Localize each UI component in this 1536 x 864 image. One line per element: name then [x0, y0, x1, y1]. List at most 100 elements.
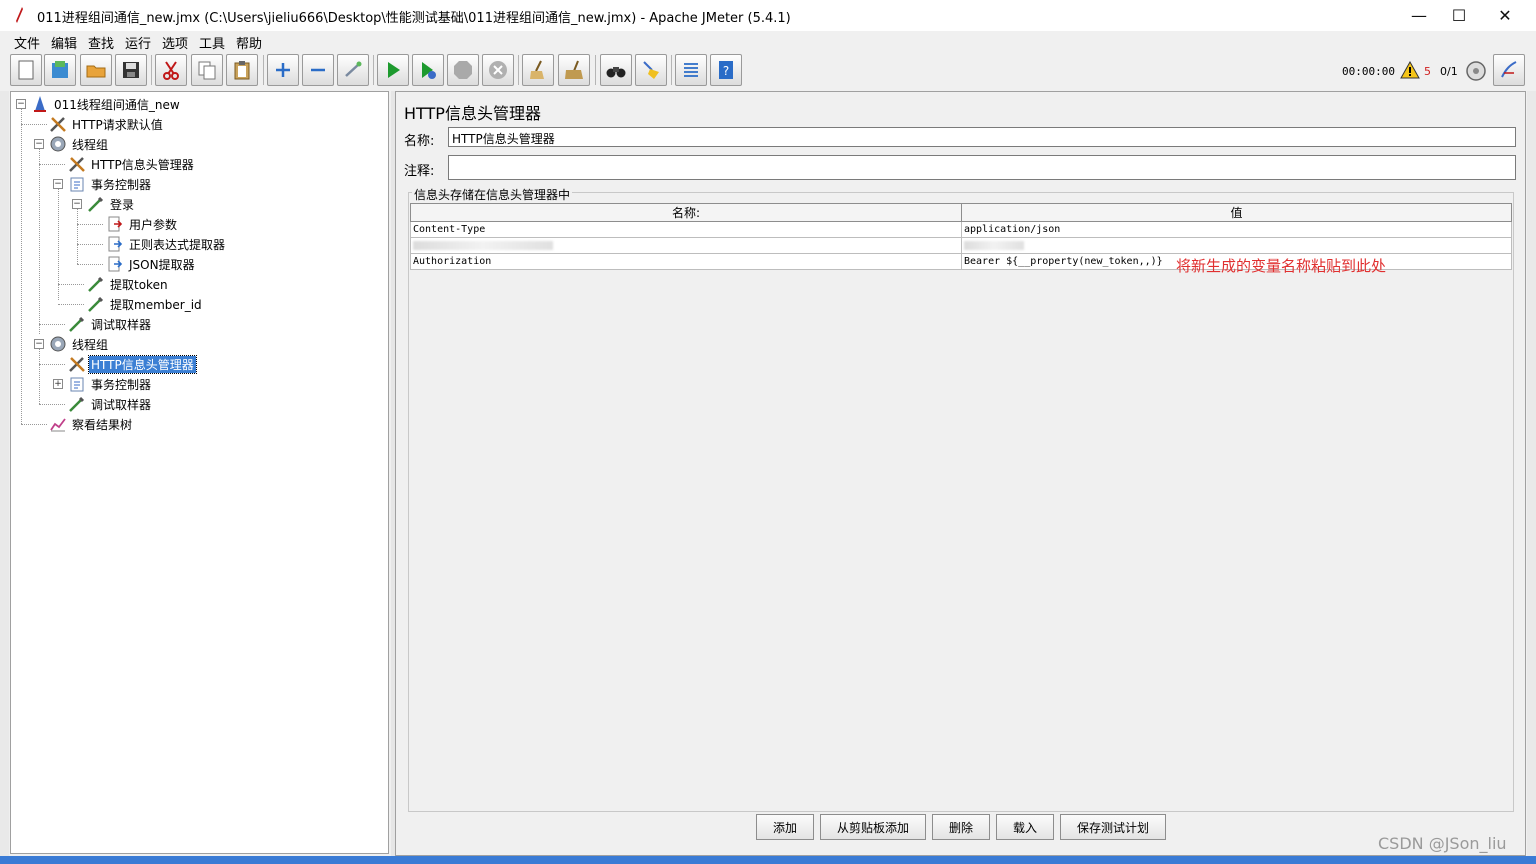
tree-collapse-toggle[interactable]: −: [34, 339, 44, 349]
start-no-pauses-button[interactable]: [412, 54, 444, 86]
controller-icon: [70, 177, 84, 192]
tree-collapse-toggle[interactable]: −: [16, 99, 26, 109]
shutdown-button[interactable]: [482, 54, 514, 86]
tree-node-regex-extractor[interactable]: 正则表达式提取器: [106, 235, 227, 253]
load-button[interactable]: 载入: [996, 814, 1054, 840]
menu-help[interactable]: 帮助: [236, 33, 262, 52]
help-button[interactable]: ?: [710, 54, 742, 86]
save-button[interactable]: [115, 54, 147, 86]
menu-run[interactable]: 运行: [125, 33, 151, 52]
toolbar-separator: [595, 55, 596, 85]
taskbar-strip: [0, 856, 1536, 864]
column-header-value[interactable]: 值: [961, 203, 1512, 222]
tree-node-label: HTTP信息头管理器: [88, 354, 197, 374]
tree-node-login-sampler[interactable]: 登录: [87, 195, 136, 213]
add-from-clipboard-button[interactable]: 从剪贴板添加: [820, 814, 926, 840]
tree-node-test-plan[interactable]: 011线程组间通信_new: [31, 95, 182, 113]
maximize-button[interactable]: ☐: [1436, 0, 1482, 31]
menu-search[interactable]: 查找: [88, 33, 114, 52]
search-button[interactable]: [600, 54, 632, 86]
tree-node-view-results-tree[interactable]: 察看结果树: [49, 415, 134, 433]
tree-collapse-toggle[interactable]: −: [72, 199, 82, 209]
collapse-all-button[interactable]: [302, 54, 334, 86]
save-test-plan-button[interactable]: 保存测试计划: [1060, 814, 1166, 840]
templates-icon: [52, 61, 68, 78]
copy-button[interactable]: [191, 54, 223, 86]
comment-input[interactable]: [448, 155, 1516, 180]
header-value-cell-redacted[interactable]: [961, 237, 1512, 254]
tree-node-extract-member-id[interactable]: 提取member_id: [87, 295, 204, 313]
table-row[interactable]: [410, 237, 1512, 254]
tree-connector: [39, 404, 65, 405]
sampler-pipette-icon: [69, 316, 85, 332]
toggle-wand-icon: [345, 61, 362, 77]
clear-button[interactable]: [522, 54, 554, 86]
jmeter-feather-icon: [16, 7, 23, 23]
config-tools-icon: [69, 157, 85, 172]
function-helper-button[interactable]: [675, 54, 707, 86]
delete-button[interactable]: 删除: [932, 814, 990, 840]
reset-search-button[interactable]: [635, 54, 667, 86]
warning-icon[interactable]: [1400, 61, 1420, 79]
toolbar-separator: [373, 55, 374, 85]
postprocessor-icon: [108, 236, 123, 252]
log-viewer-button[interactable]: [1493, 54, 1525, 86]
column-header-name[interactable]: 名称:: [410, 203, 962, 222]
table-row[interactable]: Content-Type application/json: [410, 221, 1512, 238]
tree-expand-toggle[interactable]: +: [53, 379, 63, 389]
expand-all-button[interactable]: [267, 54, 299, 86]
tree-node-http-defaults[interactable]: HTTP请求默认值: [49, 115, 165, 133]
menu-tools[interactable]: 工具: [199, 33, 225, 52]
start-button[interactable]: [377, 54, 409, 86]
open-button[interactable]: [80, 54, 112, 86]
menu-edit[interactable]: 编辑: [51, 33, 77, 52]
tree-connector: [39, 364, 65, 365]
clipboard-paste-icon: [234, 61, 250, 80]
tree-node-header-manager-1[interactable]: HTTP信息头管理器: [68, 155, 196, 173]
new-button[interactable]: [10, 54, 42, 86]
tree-connector: [21, 424, 47, 425]
menu-options[interactable]: 选项: [162, 33, 188, 52]
tree-node-thread-group-1[interactable]: 线程组: [49, 135, 110, 153]
tree-collapse-toggle[interactable]: −: [53, 179, 63, 189]
tree-node-transaction-controller-1[interactable]: 事务控制器: [68, 175, 153, 193]
broom-clear-icon: [530, 60, 544, 79]
play-icon: [388, 62, 400, 78]
stop-button[interactable]: [447, 54, 479, 86]
paste-button[interactable]: [226, 54, 258, 86]
copy-icon: [198, 61, 216, 80]
headers-group-box: [408, 192, 1514, 812]
tree-node-label: 正则表达式提取器: [129, 237, 226, 252]
menu-file[interactable]: 文件: [14, 33, 40, 52]
watermark: CSDN @JSon_liu: [1378, 834, 1507, 853]
header-value-cell[interactable]: application/json: [961, 221, 1512, 238]
tree-node-extract-token[interactable]: 提取token: [87, 275, 170, 293]
clear-all-button[interactable]: [558, 54, 590, 86]
tree-connector: [77, 224, 103, 225]
tree-node-label: 线程组: [72, 137, 109, 152]
cut-button[interactable]: [155, 54, 187, 86]
header-name-cell-redacted[interactable]: [410, 237, 962, 254]
header-name-cell[interactable]: Authorization: [410, 253, 962, 270]
tree-node-label: 调试取样器: [91, 397, 152, 412]
tree-node-user-params[interactable]: 用户参数: [106, 215, 179, 233]
header-name-cell[interactable]: Content-Type: [410, 221, 962, 238]
tree-collapse-toggle[interactable]: −: [34, 139, 44, 149]
test-plan-tree[interactable]: − − − − − + 011线程组间通信_new HTTP请求默认值 线程组 …: [10, 91, 389, 854]
svg-text:?: ?: [723, 64, 729, 78]
tree-node-debug-sampler-1[interactable]: 调试取样器: [68, 315, 153, 333]
minus-icon: [311, 68, 325, 72]
toggle-button[interactable]: [337, 54, 369, 86]
tree-node-debug-sampler-2[interactable]: 调试取样器: [68, 395, 153, 413]
tree-node-header-manager-2-selected[interactable]: HTTP信息头管理器: [68, 354, 197, 374]
postprocessor-icon: [108, 256, 123, 272]
close-button[interactable]: ✕: [1482, 0, 1528, 31]
remote-status-icon: [1466, 61, 1486, 81]
headers-group-title: 信息头存储在信息头管理器中: [412, 186, 573, 203]
name-input[interactable]: HTTP信息头管理器: [448, 127, 1516, 147]
tree-node-transaction-controller-2[interactable]: 事务控制器: [68, 375, 153, 393]
templates-button[interactable]: [44, 54, 76, 86]
tree-node-thread-group-2[interactable]: 线程组: [49, 335, 110, 353]
tree-node-json-extractor[interactable]: JSON提取器: [106, 255, 197, 273]
add-button[interactable]: 添加: [756, 814, 814, 840]
